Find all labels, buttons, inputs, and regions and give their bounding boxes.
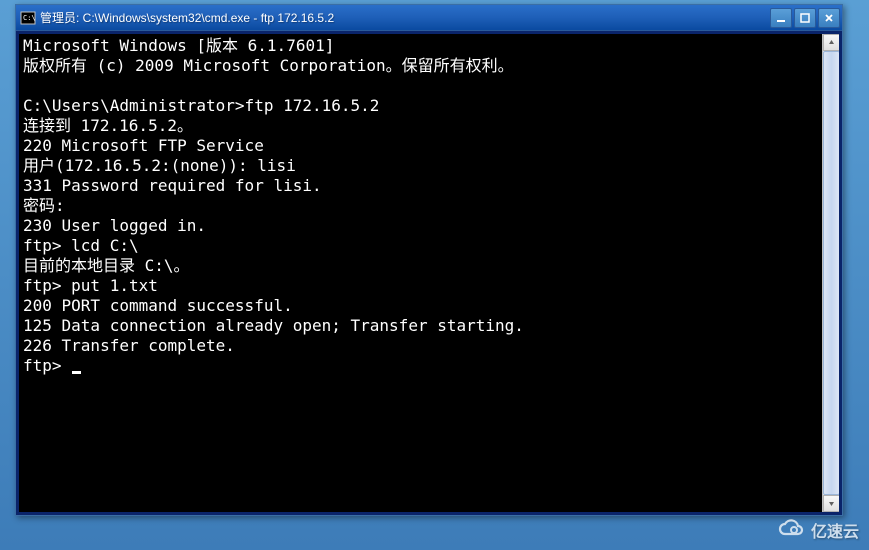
terminal-cursor [72,371,81,374]
terminal-area[interactable]: Microsoft Windows [版本 6.1.7601] 版权所有 (c)… [19,34,839,512]
minimize-button[interactable] [770,8,792,28]
titlebar[interactable]: C:\ 管理员: C:\Windows\system32\cmd.exe - f… [16,5,842,31]
close-button[interactable] [818,8,840,28]
cmd-icon: C:\ [20,10,36,26]
window-controls [770,8,840,28]
scroll-up-button[interactable] [823,34,839,51]
watermark-text: 亿速云 [811,518,859,542]
cloud-icon [777,516,805,544]
maximize-button[interactable] [794,8,816,28]
scroll-down-button[interactable] [823,495,839,512]
vertical-scrollbar[interactable] [822,34,839,512]
window-title: 管理员: C:\Windows\system32\cmd.exe - ftp 1… [40,9,770,26]
scroll-thumb[interactable] [823,51,839,495]
cmd-window: C:\ 管理员: C:\Windows\system32\cmd.exe - f… [15,4,843,516]
terminal-output: Microsoft Windows [版本 6.1.7601] 版权所有 (c)… [23,36,835,376]
watermark: 亿速云 [777,516,859,544]
svg-text:C:\: C:\ [23,14,36,22]
